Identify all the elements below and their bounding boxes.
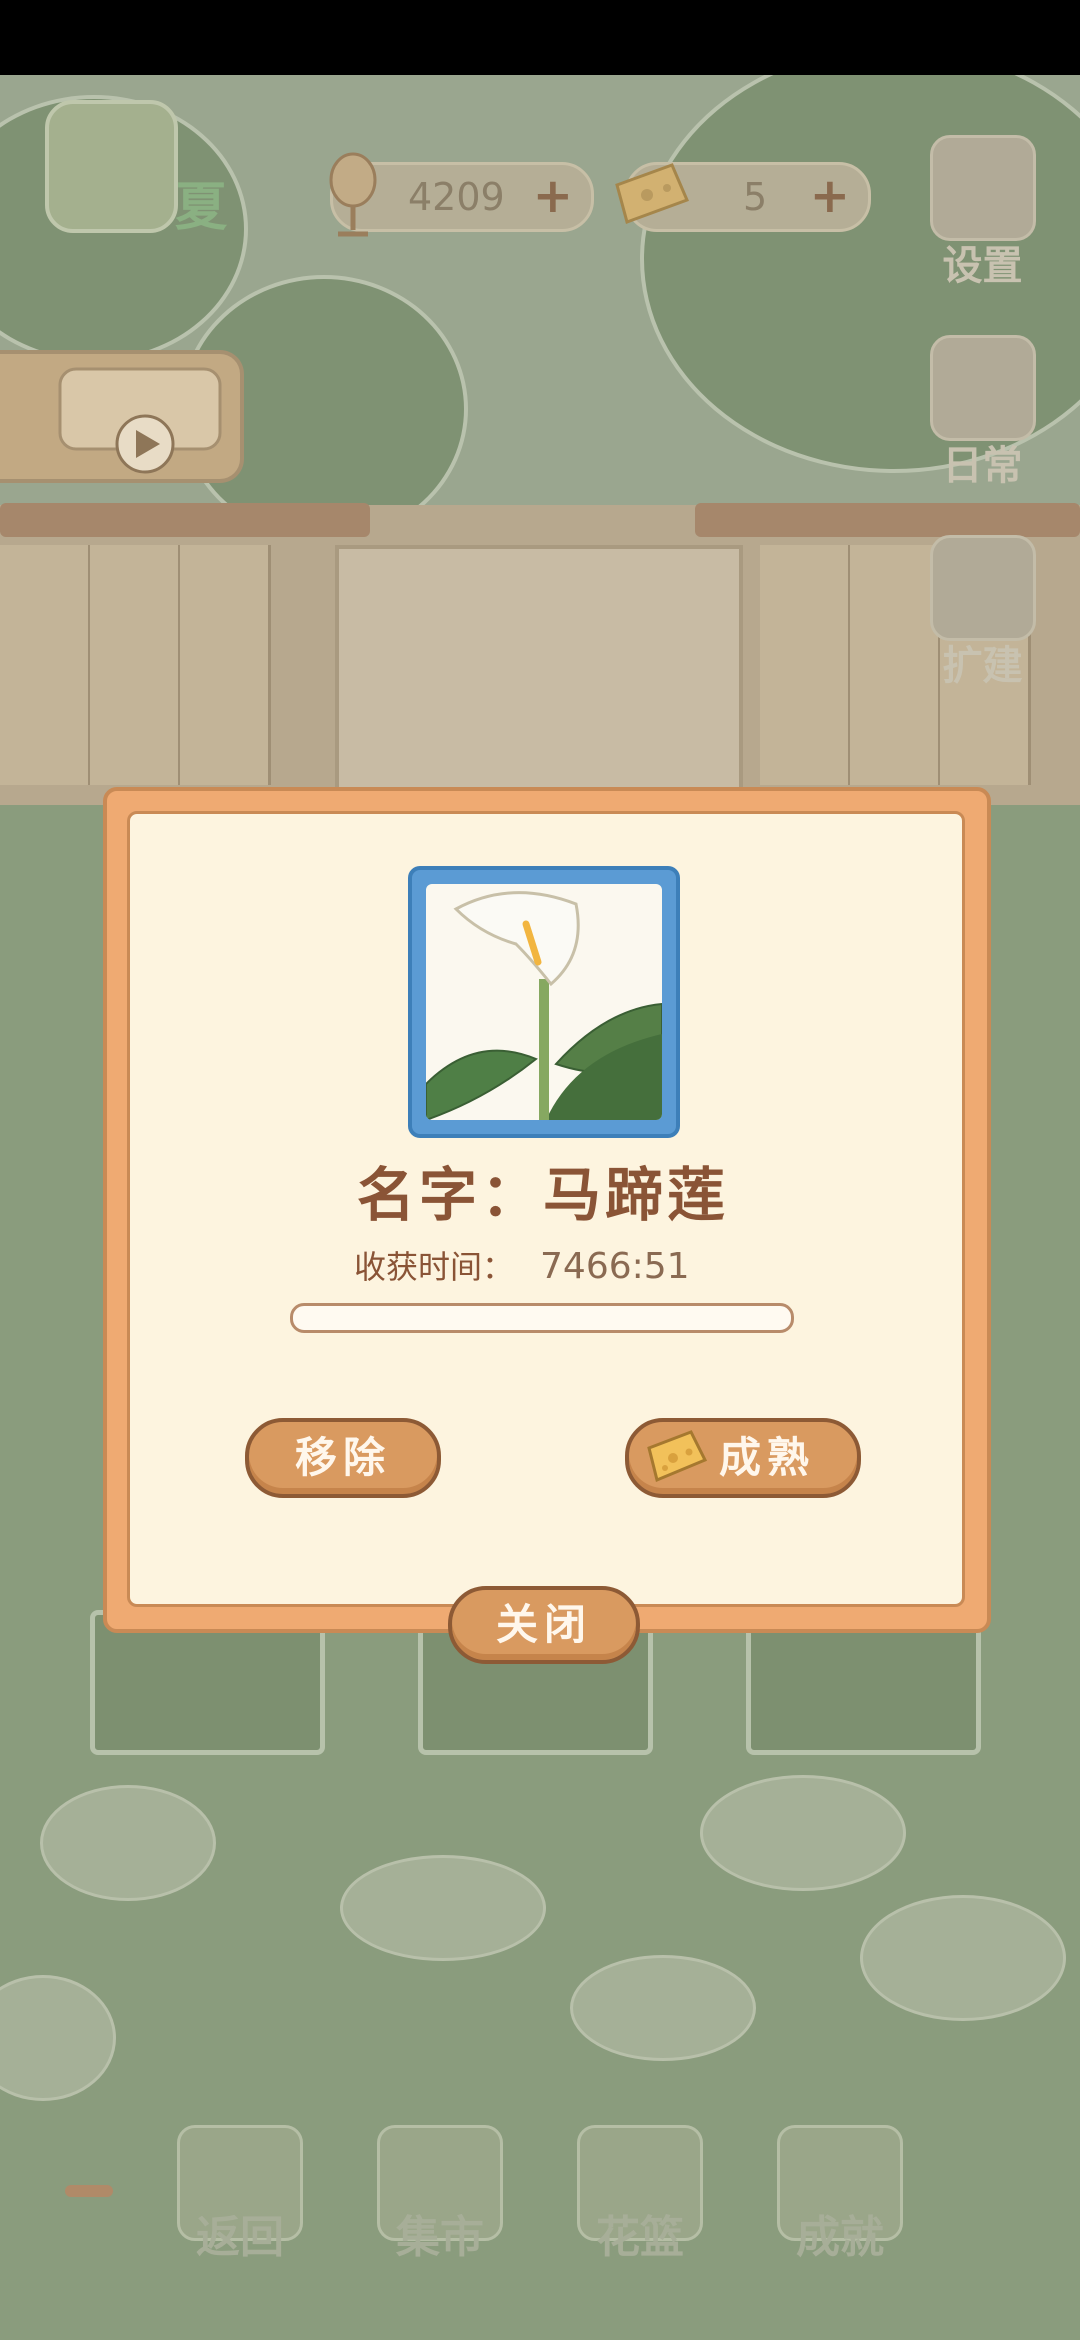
daily-label: 日常 bbox=[942, 443, 1023, 489]
nav-back[interactable]: 返回 bbox=[170, 2125, 310, 2265]
fence-cap bbox=[695, 503, 1080, 537]
growth-progress-bar bbox=[290, 1303, 794, 1333]
mature-label: 成熟 bbox=[719, 1433, 816, 1482]
close-button[interactable]: 关闭 bbox=[448, 1586, 640, 1664]
nav-back-label: 返回 bbox=[196, 2212, 284, 2263]
settings-button[interactable]: 设置 bbox=[925, 135, 1040, 291]
plant-image-frame bbox=[408, 866, 680, 1138]
plant-name-row: 名字：马蹄莲 bbox=[103, 1148, 983, 1232]
cheese-count: 5 bbox=[743, 175, 768, 219]
stone bbox=[570, 1955, 756, 2061]
fish-bone-icon bbox=[329, 152, 377, 237]
fish-count: 4209 bbox=[408, 175, 505, 219]
calla-lily-image bbox=[426, 891, 662, 1120]
nav-achievement-label: 成就 bbox=[796, 2212, 884, 2263]
daily-button[interactable]: 日常 bbox=[925, 335, 1040, 491]
harvest-time-row: 收获时间： 7466:51 bbox=[354, 1242, 690, 1288]
harvest-time-label: 收获时间： bbox=[354, 1248, 515, 1286]
watering-video-button[interactable] bbox=[0, 350, 244, 483]
settings-label: 设置 bbox=[942, 243, 1023, 289]
stone bbox=[700, 1775, 906, 1891]
season-label: 夏 bbox=[175, 178, 228, 238]
play-video-icon bbox=[58, 367, 222, 474]
collapse-handle[interactable] bbox=[65, 2185, 113, 2197]
name-label: 名字： bbox=[356, 1161, 543, 1229]
add-cheese-button[interactable]: + bbox=[810, 171, 850, 221]
garden-tree-icon[interactable] bbox=[45, 100, 178, 233]
cheese-icon bbox=[647, 1430, 708, 1483]
remove-button[interactable]: 移除 bbox=[245, 1418, 441, 1498]
nav-achievement[interactable]: 成就 bbox=[770, 2125, 910, 2265]
expand-label: 扩建 bbox=[942, 643, 1023, 689]
stone bbox=[340, 1855, 546, 1961]
nav-basket[interactable]: 花篮 bbox=[570, 2125, 710, 2265]
nav-market[interactable]: 集市 bbox=[370, 2125, 510, 2265]
fence-cap bbox=[0, 503, 370, 537]
status-bar bbox=[0, 0, 1080, 75]
nav-market-label: 集市 bbox=[396, 2212, 484, 2263]
harvest-time-value: 7466:51 bbox=[540, 1246, 690, 1287]
plant-name: 马蹄莲 bbox=[543, 1161, 730, 1229]
tools-icon bbox=[929, 535, 1036, 641]
stone bbox=[860, 1895, 1066, 2021]
notebook-icon bbox=[929, 335, 1036, 441]
garden-gate bbox=[335, 545, 743, 823]
add-fish-button[interactable]: + bbox=[533, 171, 573, 221]
stone bbox=[40, 1785, 216, 1901]
expand-button[interactable]: 扩建 bbox=[925, 535, 1040, 691]
nav-basket-label: 花篮 bbox=[596, 2212, 684, 2263]
cheese-icon bbox=[615, 163, 690, 224]
mature-button[interactable]: 成熟 bbox=[625, 1418, 861, 1498]
gear-icon bbox=[929, 135, 1036, 241]
